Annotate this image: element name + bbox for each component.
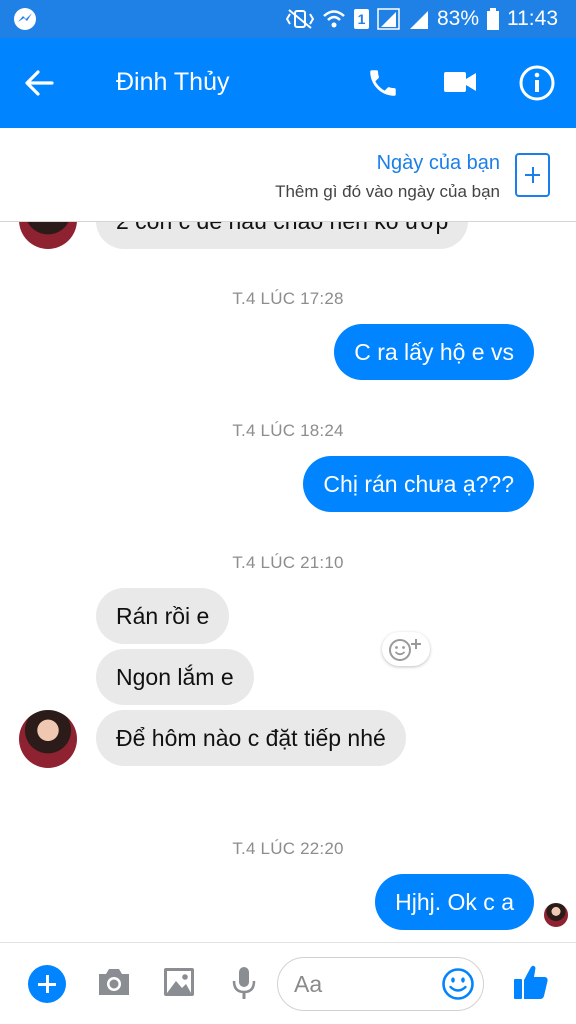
seen-receipt-avatar [543, 902, 569, 928]
message-bubble-incoming[interactable]: Để hôm nào c đặt tiếp nhé [96, 710, 406, 766]
vibrate-mute-icon [285, 8, 314, 30]
message-bubble-incoming[interactable]: Ngon lắm e [96, 649, 254, 705]
camera-icon[interactable] [96, 967, 132, 1002]
my-day-title[interactable]: Ngày của bạn [377, 152, 500, 175]
info-icon[interactable] [518, 64, 556, 107]
status-bar: 1 83% 11:43 [0, 0, 576, 38]
my-day-banner[interactable]: Ngày của bạn Thêm gì đó vào ngày của bạn [0, 128, 576, 222]
timestamp: T.4 LÚC 22:20 [232, 839, 344, 858]
battery-percent: 83% [436, 7, 479, 30]
contact-name[interactable]: Đinh Thủy [116, 68, 230, 97]
contact-avatar[interactable] [19, 710, 77, 768]
message-bubble-incoming[interactable]: Rán rồi e [96, 588, 230, 644]
sim-icon: 1 [353, 9, 369, 29]
gallery-icon[interactable] [163, 967, 195, 1002]
message-bubble-outgoing[interactable]: C ra lấy hộ e vs [334, 324, 534, 380]
composer-bar [0, 942, 576, 1024]
timestamp: T.4 LÚC 21:10 [232, 553, 344, 572]
message-input[interactable] [294, 968, 434, 1000]
phone-icon[interactable] [366, 66, 400, 105]
add-reaction-button[interactable] [382, 632, 430, 666]
message-bubble-outgoing[interactable]: Chị rán chưa ạ??? [303, 456, 534, 512]
video-camera-icon[interactable] [443, 68, 477, 101]
clock: 11:43 [507, 7, 558, 30]
my-day-subtitle: Thêm gì đó vào ngày của bạn [275, 182, 500, 201]
timestamp: T.4 LÚC 18:24 [232, 421, 344, 440]
message-list[interactable]: 2 con c để nấu cháo nên ko ướp T.4 LÚC 1… [0, 128, 576, 942]
messenger-notification-icon [14, 8, 36, 30]
signal-icon-2 [409, 8, 429, 30]
conversation-header: Đinh Thủy [0, 38, 576, 128]
battery-icon [487, 8, 499, 30]
plus-icon[interactable] [28, 965, 66, 1003]
wifi-icon [322, 8, 346, 30]
thumbs-up-icon[interactable] [512, 963, 550, 1006]
emoji-icon[interactable] [441, 967, 475, 1006]
microphone-icon[interactable] [231, 965, 257, 1006]
add-story-icon[interactable] [515, 153, 550, 197]
message-bubble-outgoing[interactable]: Hjhj. Ok c a [375, 874, 534, 930]
signal-icon-1 [377, 8, 401, 30]
timestamp: T.4 LÚC 17:28 [232, 289, 344, 308]
back-arrow-icon[interactable] [22, 66, 56, 100]
message-input-box[interactable] [277, 957, 484, 1011]
